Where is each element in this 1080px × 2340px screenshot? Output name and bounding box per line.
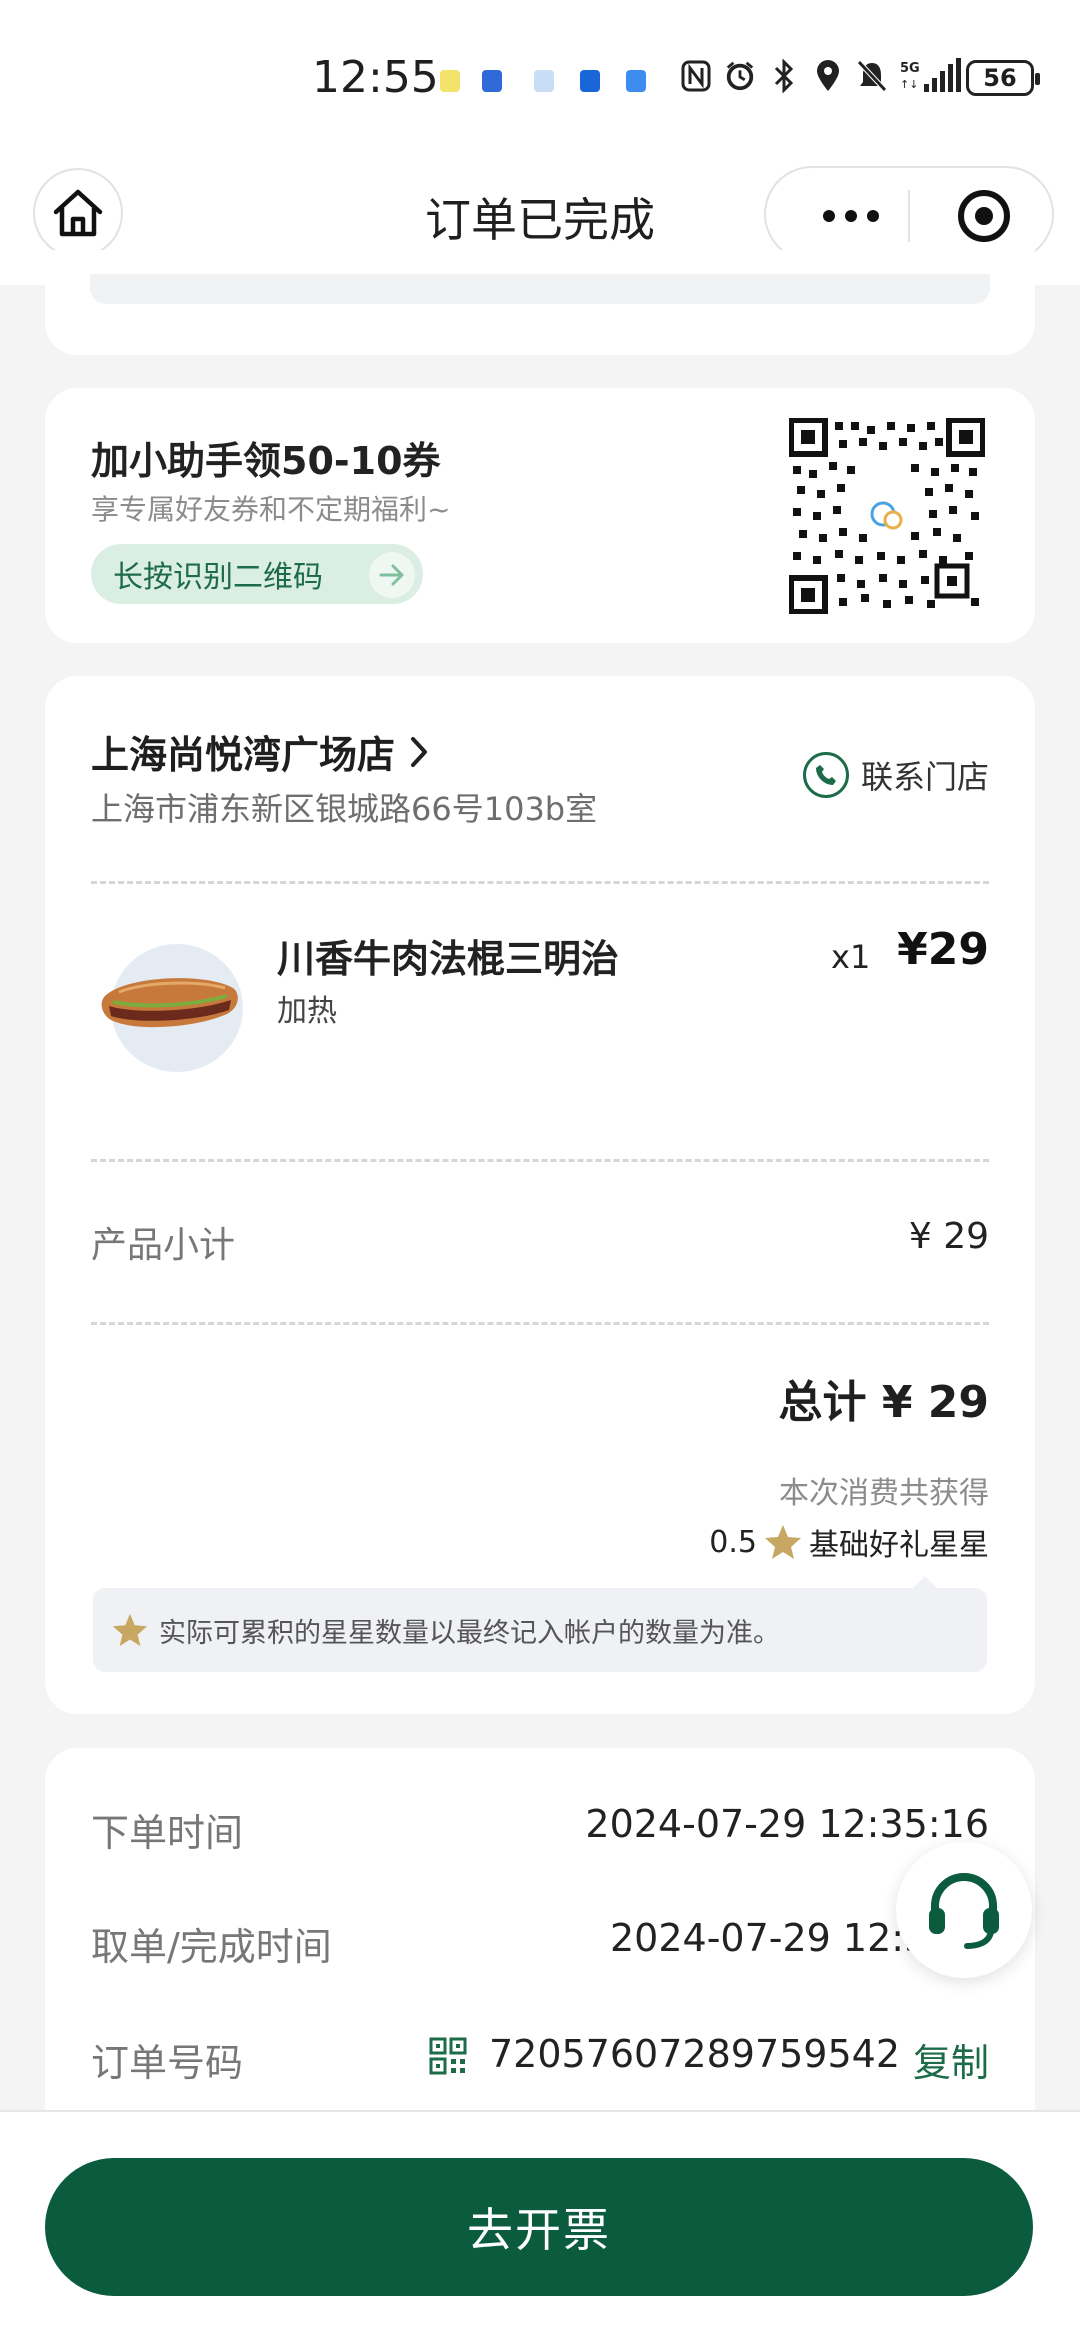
chevron-right-icon — [411, 736, 428, 767]
notification-icon-3 — [534, 70, 554, 92]
alarm-icon — [724, 58, 756, 94]
stars-earned: 0.5 基础好礼星星 — [709, 1520, 989, 1564]
contact-store-button[interactable]: 联系门店 — [802, 752, 989, 798]
order-time-value: 2024-07-29 12:35:16 — [585, 1802, 989, 1846]
notification-icon-4 — [580, 70, 600, 92]
signal-5g-icon: 5G ↑↓ — [900, 58, 962, 94]
status-bar: 12:55 5G ↑↓ 56 — [0, 40, 1080, 120]
order-time-label: 下单时间 — [91, 1811, 244, 1855]
nfc-icon — [680, 58, 712, 94]
order-number-label: 订单号码 — [91, 2041, 244, 2085]
svg-text:↑↓: ↑↓ — [900, 78, 918, 91]
promo-subtitle: 享专属好友券和不定期福利~ — [91, 493, 451, 526]
complete-time-value: 2024-07-29 12:3 — [610, 1916, 929, 1960]
miniprogram-capsule — [764, 166, 1054, 262]
product-name: 川香牛肉法棍三明治 — [277, 937, 620, 981]
product-option: 加热 — [277, 994, 337, 1029]
notification-icon-1 — [440, 70, 460, 92]
divider — [91, 1159, 989, 1162]
assistant-promo-card: 加小助手领50-10券 享专属好友券和不定期福利~ 长按识别二维码 — [45, 388, 1035, 643]
star-icon — [765, 1525, 801, 1559]
store-name: 上海尚悦湾广场店 — [91, 733, 396, 777]
qr-code-icon[interactable] — [429, 2037, 467, 2075]
location-icon — [812, 58, 844, 94]
status-time: 12:55 — [312, 52, 439, 103]
system-icons: 5G ↑↓ — [680, 58, 962, 94]
order-number-value: 72057607289759542 — [489, 2032, 901, 2076]
contact-store-label: 联系门店 — [860, 758, 989, 796]
phone-icon — [802, 752, 849, 798]
battery-indicator: 56 — [966, 60, 1040, 96]
customer-support-button[interactable] — [896, 1842, 1032, 1978]
header-area: 12:55 5G ↑↓ 56 订单已完成 — [0, 0, 1080, 285]
copy-order-number-button[interactable]: 复制 — [913, 2032, 989, 2087]
divider — [91, 1322, 989, 1325]
store-address: 上海市浦东新区银城路66号103b室 — [91, 790, 598, 828]
star-icon — [112, 1613, 148, 1647]
scan-qr-button[interactable]: 长按识别二维码 — [91, 544, 423, 604]
svg-text:5G: 5G — [900, 61, 920, 76]
arrow-right-icon — [369, 552, 415, 598]
subtotal-value: ¥ 29 — [908, 1216, 989, 1257]
notification-icon-5 — [626, 70, 646, 92]
invoice-button[interactable]: 去开票 — [45, 2158, 1033, 2296]
scan-qr-label: 长按识别二维码 — [113, 560, 323, 595]
subtotal-label: 产品小计 — [91, 1225, 236, 1266]
stars-earned-amount: 0.5 — [709, 1524, 757, 1560]
qr-code[interactable] — [789, 418, 985, 614]
promo-title: 加小助手领50-10券 — [91, 439, 441, 483]
bluetooth-icon — [768, 58, 800, 94]
complete-time-label: 取单/完成时间 — [91, 1925, 332, 1969]
product-image — [101, 944, 243, 1072]
product-price: ¥29 — [897, 924, 989, 975]
store-link[interactable]: 上海尚悦湾广场店 — [91, 724, 429, 779]
order-info-card: 下单时间 2024-07-29 12:35:16 取单/完成时间 2024-07… — [45, 1748, 1035, 2168]
stars-notice: 实际可累积的星星数量以最终记入帐户的数量为准。 — [93, 1576, 987, 1672]
stars-notice-text: 实际可累积的星星数量以最终记入帐户的数量为准。 — [159, 1617, 780, 1649]
previous-card — [45, 250, 1035, 355]
stars-earned-unit: 基础好礼星星 — [809, 1528, 989, 1563]
more-options-button[interactable] — [806, 196, 896, 236]
order-details-card: 上海尚悦湾广场店 上海市浦东新区银城路66号103b室 联系门店 川香牛肉法棍三… — [45, 676, 1035, 1714]
bottom-action-bar: 去开票 — [0, 2110, 1080, 2340]
mute-bell-icon — [856, 58, 888, 94]
headset-icon — [929, 1873, 999, 1949]
order-total: 总计 ¥ 29 — [778, 1377, 989, 1428]
product-quantity: x1 — [831, 938, 871, 976]
notification-icon-2 — [482, 70, 502, 92]
stars-earned-label: 本次消费共获得 — [779, 1476, 989, 1511]
close-miniprogram-button[interactable] — [958, 190, 1010, 242]
divider — [91, 881, 989, 884]
